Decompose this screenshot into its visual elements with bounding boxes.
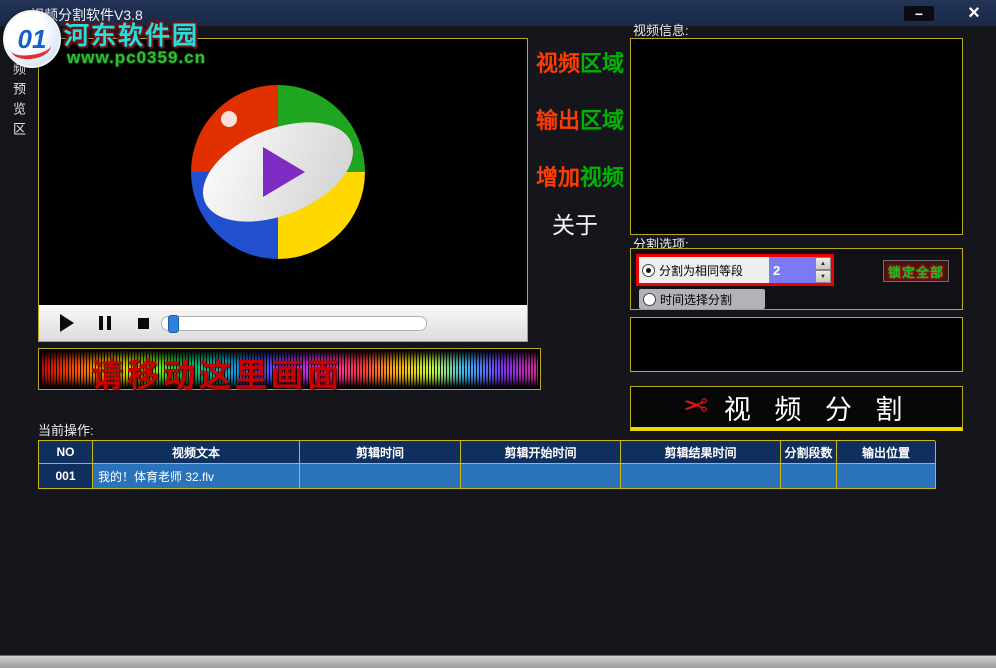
play-button[interactable] bbox=[55, 312, 79, 334]
cell-clip-time bbox=[300, 464, 461, 489]
header-segment-count: 分割段数 bbox=[781, 441, 837, 464]
scissors-icon: ✂ bbox=[683, 392, 708, 422]
watermark-site-url: www.pc0359.cn bbox=[67, 48, 206, 68]
header-clip-start-time: 剪辑开始时间 bbox=[461, 441, 621, 464]
video-info-label: 视频信息: bbox=[633, 20, 689, 39]
close-button[interactable]: × bbox=[958, 2, 990, 24]
cell-output-location bbox=[837, 464, 936, 489]
video-preview-area bbox=[38, 38, 528, 342]
cell-clip-result-time bbox=[621, 464, 781, 489]
radio-unselected-icon bbox=[643, 293, 656, 306]
radio-selected-icon bbox=[642, 264, 655, 277]
audio-spectrum: 请移动这里画面 bbox=[38, 348, 541, 390]
radio-split-equal[interactable]: 分割为相同等段 bbox=[639, 257, 769, 283]
header-clip-time: 剪辑时间 bbox=[300, 441, 461, 464]
segment-count-spinner: 2 ▲ ▼ bbox=[769, 257, 831, 283]
header-clip-result-time: 剪辑结果时间 bbox=[621, 441, 781, 464]
player-controls bbox=[39, 305, 527, 341]
nav-output-area-button[interactable]: 输出区域 bbox=[536, 103, 624, 135]
nav-about-button[interactable]: 关于 bbox=[552, 206, 598, 240]
table-header-row: NO 视频文本 剪辑时间 剪辑开始时间 剪辑结果时间 分割段数 输出位置 bbox=[38, 440, 935, 464]
window-bottom-edge bbox=[0, 655, 996, 668]
spin-up-button[interactable]: ▲ bbox=[815, 257, 831, 270]
pause-button[interactable] bbox=[93, 312, 117, 334]
seek-thumb[interactable] bbox=[168, 315, 179, 333]
cell-clip-start-time bbox=[461, 464, 621, 489]
seek-slider[interactable] bbox=[161, 316, 427, 331]
cell-no: 001 bbox=[39, 464, 93, 489]
nav-video-area-button[interactable]: 视频区域 bbox=[536, 46, 624, 78]
nav-add-video-button[interactable]: 增加视频 bbox=[536, 160, 624, 192]
video-split-button-label: 视 频 分 割 bbox=[724, 388, 911, 427]
minimize-button[interactable]: − bbox=[904, 6, 934, 21]
app-window: 视频分割软件V3.8 − × 视频预览区 请移动这里画面 bbox=[0, 0, 996, 668]
output-info-box bbox=[630, 317, 963, 372]
stop-button[interactable] bbox=[131, 312, 155, 334]
video-screen bbox=[39, 39, 527, 305]
radio-split-equal-label: 分割为相同等段 bbox=[659, 262, 743, 279]
header-output-location: 输出位置 bbox=[837, 441, 936, 464]
watermark-badge-text: 01 bbox=[18, 24, 47, 55]
watermark-logo: 01 bbox=[3, 10, 61, 68]
radio-split-by-time-label: 时间选择分割 bbox=[660, 291, 732, 308]
pause-icon bbox=[99, 316, 111, 330]
header-video-text: 视频文本 bbox=[93, 441, 300, 464]
segment-count-input[interactable]: 2 bbox=[769, 257, 815, 283]
header-no: NO bbox=[39, 441, 93, 464]
logo-glint bbox=[221, 111, 237, 127]
cell-video-text: 我的！体育老师 32.flv bbox=[93, 464, 300, 489]
lock-all-button[interactable]: 锁定全部 bbox=[883, 260, 949, 282]
spin-down-button[interactable]: ▼ bbox=[815, 270, 831, 283]
stop-icon bbox=[138, 318, 149, 329]
spin-down-icon: ▼ bbox=[820, 274, 826, 280]
video-info-box bbox=[630, 38, 963, 235]
operations-table: NO 视频文本 剪辑时间 剪辑开始时间 剪辑结果时间 分割段数 输出位置 001… bbox=[38, 440, 935, 489]
media-player-logo bbox=[191, 85, 365, 259]
radio-split-by-time[interactable]: 时间选择分割 bbox=[639, 289, 765, 309]
split-options-groupbox: 分割为相同等段 2 ▲ ▼ 时间选择分割 锁定全部 bbox=[630, 248, 963, 310]
play-logo-icon bbox=[263, 147, 305, 197]
current-operation-label: 当前操作: bbox=[38, 420, 94, 439]
watermark-site-name: 河东软件园 bbox=[64, 16, 199, 52]
cell-segment-count bbox=[781, 464, 837, 489]
tutorial-highlight-rect: 分割为相同等段 2 ▲ ▼ bbox=[636, 254, 834, 286]
close-icon: × bbox=[968, 2, 980, 25]
video-split-button[interactable]: ✂ 视 频 分 割 bbox=[630, 386, 963, 431]
minimize-icon: − bbox=[915, 6, 923, 22]
table-row[interactable]: 001 我的！体育老师 32.flv bbox=[38, 464, 935, 489]
spectrum-overlay-text: 请移动这里画面 bbox=[91, 350, 343, 396]
spin-up-icon: ▲ bbox=[820, 261, 826, 267]
play-icon bbox=[60, 314, 74, 332]
